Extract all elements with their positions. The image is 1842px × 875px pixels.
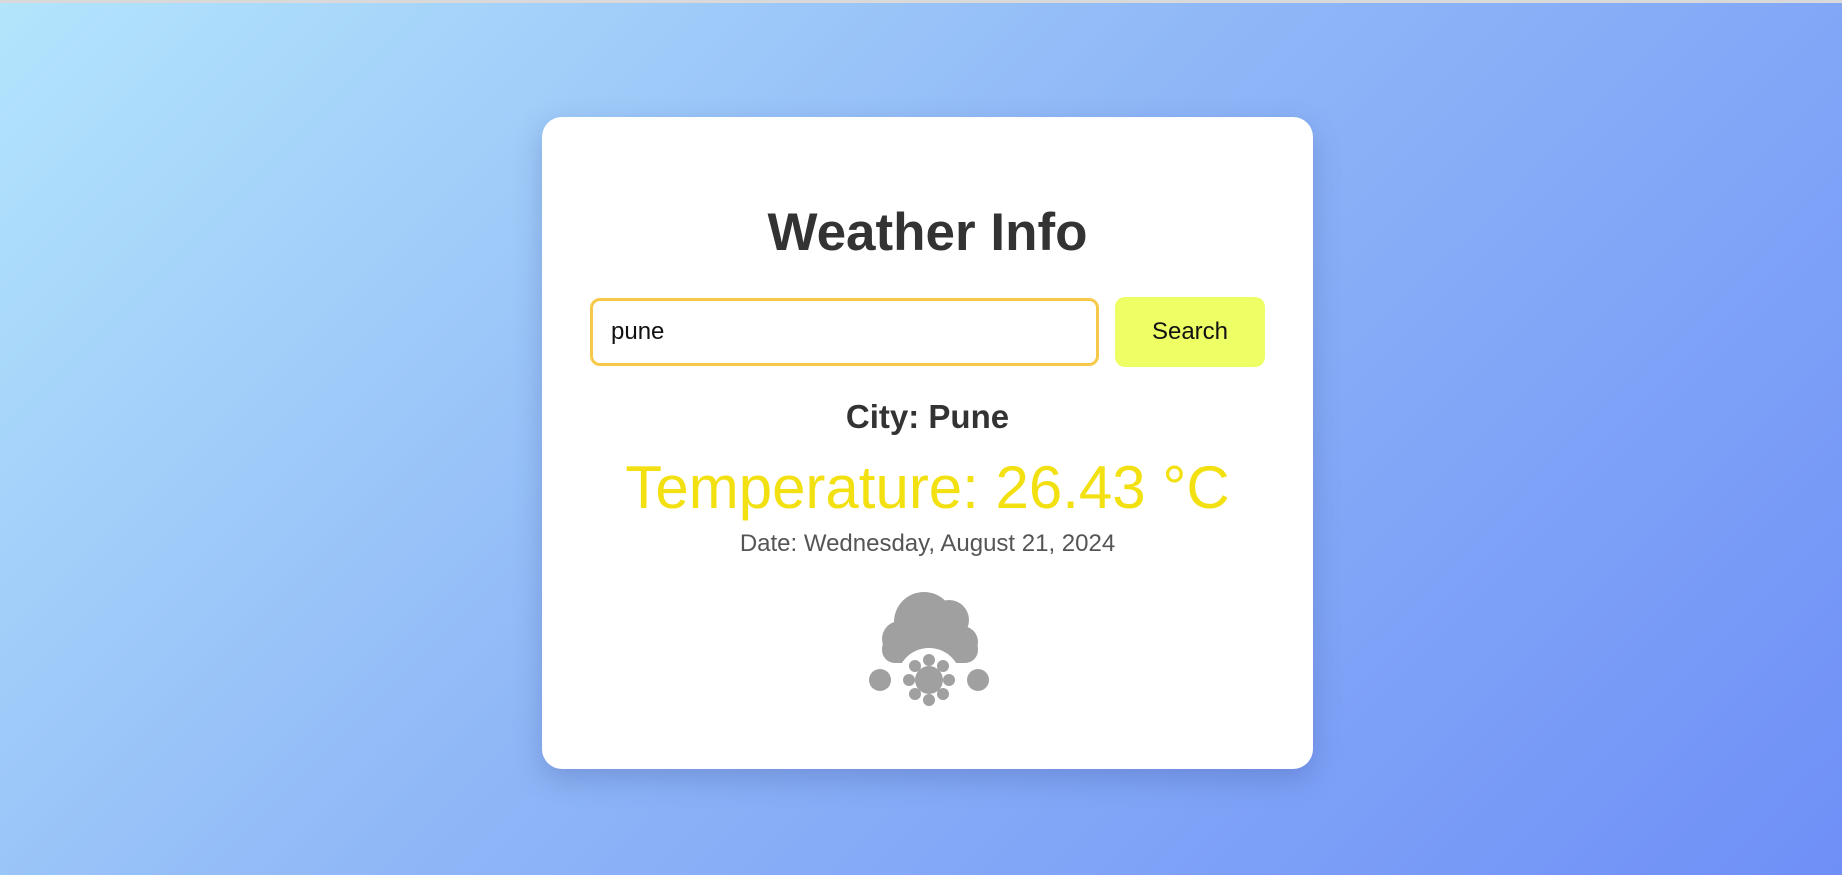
page-title: Weather Info: [767, 203, 1088, 262]
city-label: City: Pune: [845, 398, 1010, 435]
browser-top-strip: [0, 0, 1842, 3]
search-button[interactable]: Search: [1115, 297, 1265, 367]
temperature-value: Temperature: 26.43 °C: [625, 454, 1230, 521]
weather-card: Weather Info Search City: Pune Temperatu…: [542, 117, 1313, 769]
snow-cloud-icon: [869, 592, 989, 712]
date-label: Date: Wednesday, August 21, 2024: [739, 530, 1116, 557]
city-search-input[interactable]: [590, 298, 1099, 366]
